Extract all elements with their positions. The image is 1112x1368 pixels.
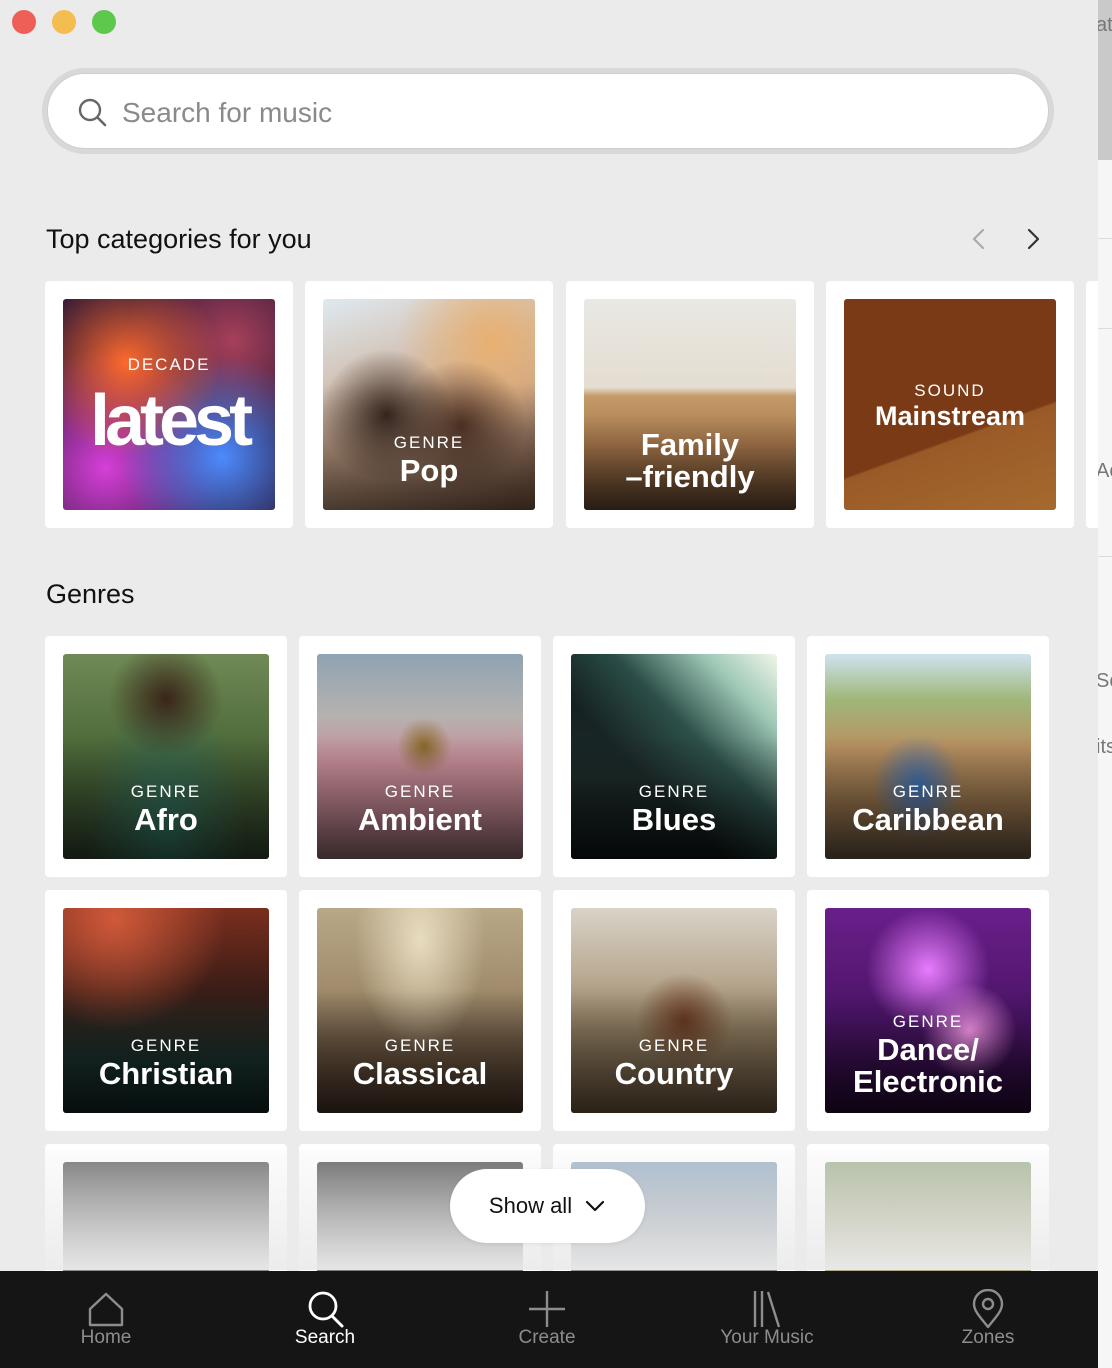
- genre-kind-label: GENRE: [892, 782, 964, 801]
- bottom-tab-bar: Home Search Create Your Music Zones: [0, 1271, 1098, 1368]
- category-card-pop[interactable]: GENRE Pop: [305, 281, 553, 528]
- top-categories-title: Top categories for you: [46, 224, 312, 254]
- background-window: at Ac Sc its: [1098, 0, 1112, 1368]
- genre-artwork: GENRE Caribbean: [825, 654, 1031, 859]
- genre-card-classical[interactable]: GENRE Classical: [299, 890, 541, 1131]
- genre-artwork: GENRE Dance/ Electronic: [825, 908, 1031, 1113]
- chevron-down-icon: [585, 1200, 605, 1212]
- tab-create[interactable]: Create: [472, 1271, 622, 1368]
- show-all-label: Show all: [488, 1193, 573, 1218]
- background-text: Ac: [1098, 460, 1112, 482]
- category-artwork: GENRE Pop: [323, 299, 535, 510]
- genre-name: Blues: [631, 802, 717, 837]
- genre-name: Dance/ Electronic: [853, 1032, 1003, 1099]
- genre-artwork: GENRE Afro: [63, 654, 269, 859]
- search-icon: [308, 1291, 344, 1328]
- tab-search[interactable]: Search: [250, 1271, 400, 1368]
- genre-kind-label: GENRE: [130, 1036, 202, 1055]
- chevron-left-icon[interactable]: [962, 222, 996, 256]
- tab-label: Search: [294, 1327, 356, 1348]
- genre-card-ambient[interactable]: GENRE Ambient: [299, 636, 541, 877]
- genre-kind-label: GENRE: [384, 1036, 456, 1055]
- genre-card-country[interactable]: GENRE Country: [553, 890, 795, 1131]
- tab-label: Home: [80, 1327, 132, 1348]
- search-bar: [42, 68, 1054, 154]
- category-card-partial[interactable]: [1086, 281, 1098, 528]
- search-icon: [78, 98, 107, 127]
- genre-artwork: GENRE Classical: [317, 908, 523, 1113]
- tab-home[interactable]: Home: [31, 1271, 181, 1368]
- chevron-right-icon[interactable]: [1016, 222, 1050, 256]
- category-artwork: SOUND Mainstream: [844, 299, 1056, 510]
- genre-artwork: GENRE Ambient: [317, 654, 523, 859]
- tab-your-music[interactable]: Your Music: [692, 1271, 842, 1368]
- category-card-latest[interactable]: DECADE latest: [45, 281, 293, 528]
- category-kind-label: SOUND: [914, 381, 986, 400]
- library-icon: [753, 1291, 781, 1328]
- tab-zones[interactable]: Zones: [913, 1271, 1063, 1368]
- genre-kind-label: GENRE: [638, 1036, 710, 1055]
- genre-card-christian[interactable]: GENRE Christian: [45, 890, 287, 1131]
- minimize-window-button[interactable]: [52, 10, 76, 34]
- genre-card-afro[interactable]: GENRE Afro: [45, 636, 287, 877]
- genre-kind-label: GENRE: [130, 782, 202, 801]
- category-name: latest: [89, 381, 253, 461]
- category-artwork: Family –friendly: [584, 299, 796, 510]
- search-field-container[interactable]: [47, 73, 1049, 149]
- category-card-mainstream[interactable]: SOUND Mainstream: [826, 281, 1074, 528]
- category-kind-label: GENRE: [393, 433, 465, 452]
- genre-artwork: GENRE Country: [571, 908, 777, 1113]
- search-input[interactable]: [120, 88, 1004, 138]
- app-window: Top categories for you DECADE latest GEN…: [0, 0, 1098, 1368]
- tab-label: Zones: [961, 1327, 1015, 1348]
- location-pin-icon: [972, 1289, 1004, 1329]
- plus-icon: [529, 1291, 565, 1327]
- genre-artwork: GENRE Christian: [63, 908, 269, 1113]
- home-icon: [88, 1292, 124, 1327]
- genre-artwork: GENRE Blues: [571, 654, 777, 859]
- genre-name: Afro: [134, 802, 198, 837]
- genre-card-dance-electronic[interactable]: GENRE Dance/ Electronic: [807, 890, 1049, 1131]
- tab-label: Create: [518, 1327, 576, 1348]
- close-window-button[interactable]: [12, 10, 36, 34]
- category-name: Pop: [399, 453, 459, 488]
- category-name: Family –friendly: [625, 427, 755, 494]
- genres-title: Genres: [46, 579, 135, 609]
- genre-kind-label: GENRE: [892, 1012, 964, 1031]
- genre-name: Caribbean: [852, 802, 1004, 837]
- genre-name: Classical: [352, 1056, 488, 1091]
- tab-label: Your Music: [720, 1327, 814, 1348]
- show-all-button[interactable]: Show all: [450, 1169, 645, 1243]
- category-kind-label: DECADE: [127, 355, 211, 374]
- genre-card-caribbean[interactable]: GENRE Caribbean: [807, 636, 1049, 877]
- background-text: at: [1098, 14, 1112, 36]
- category-card-family-friendly[interactable]: Family –friendly: [566, 281, 814, 528]
- background-text: its: [1098, 736, 1112, 758]
- genre-kind-label: GENRE: [638, 782, 710, 801]
- maximize-window-button[interactable]: [92, 10, 116, 34]
- genre-card-blues[interactable]: GENRE Blues: [553, 636, 795, 877]
- genre-kind-label: GENRE: [384, 782, 456, 801]
- category-artwork: DECADE latest: [63, 299, 275, 510]
- background-text: Sc: [1098, 670, 1112, 692]
- genre-name: Country: [614, 1056, 734, 1091]
- genre-name: Ambient: [358, 802, 482, 837]
- genre-name: Christian: [98, 1056, 234, 1091]
- category-name: Mainstream: [874, 401, 1026, 431]
